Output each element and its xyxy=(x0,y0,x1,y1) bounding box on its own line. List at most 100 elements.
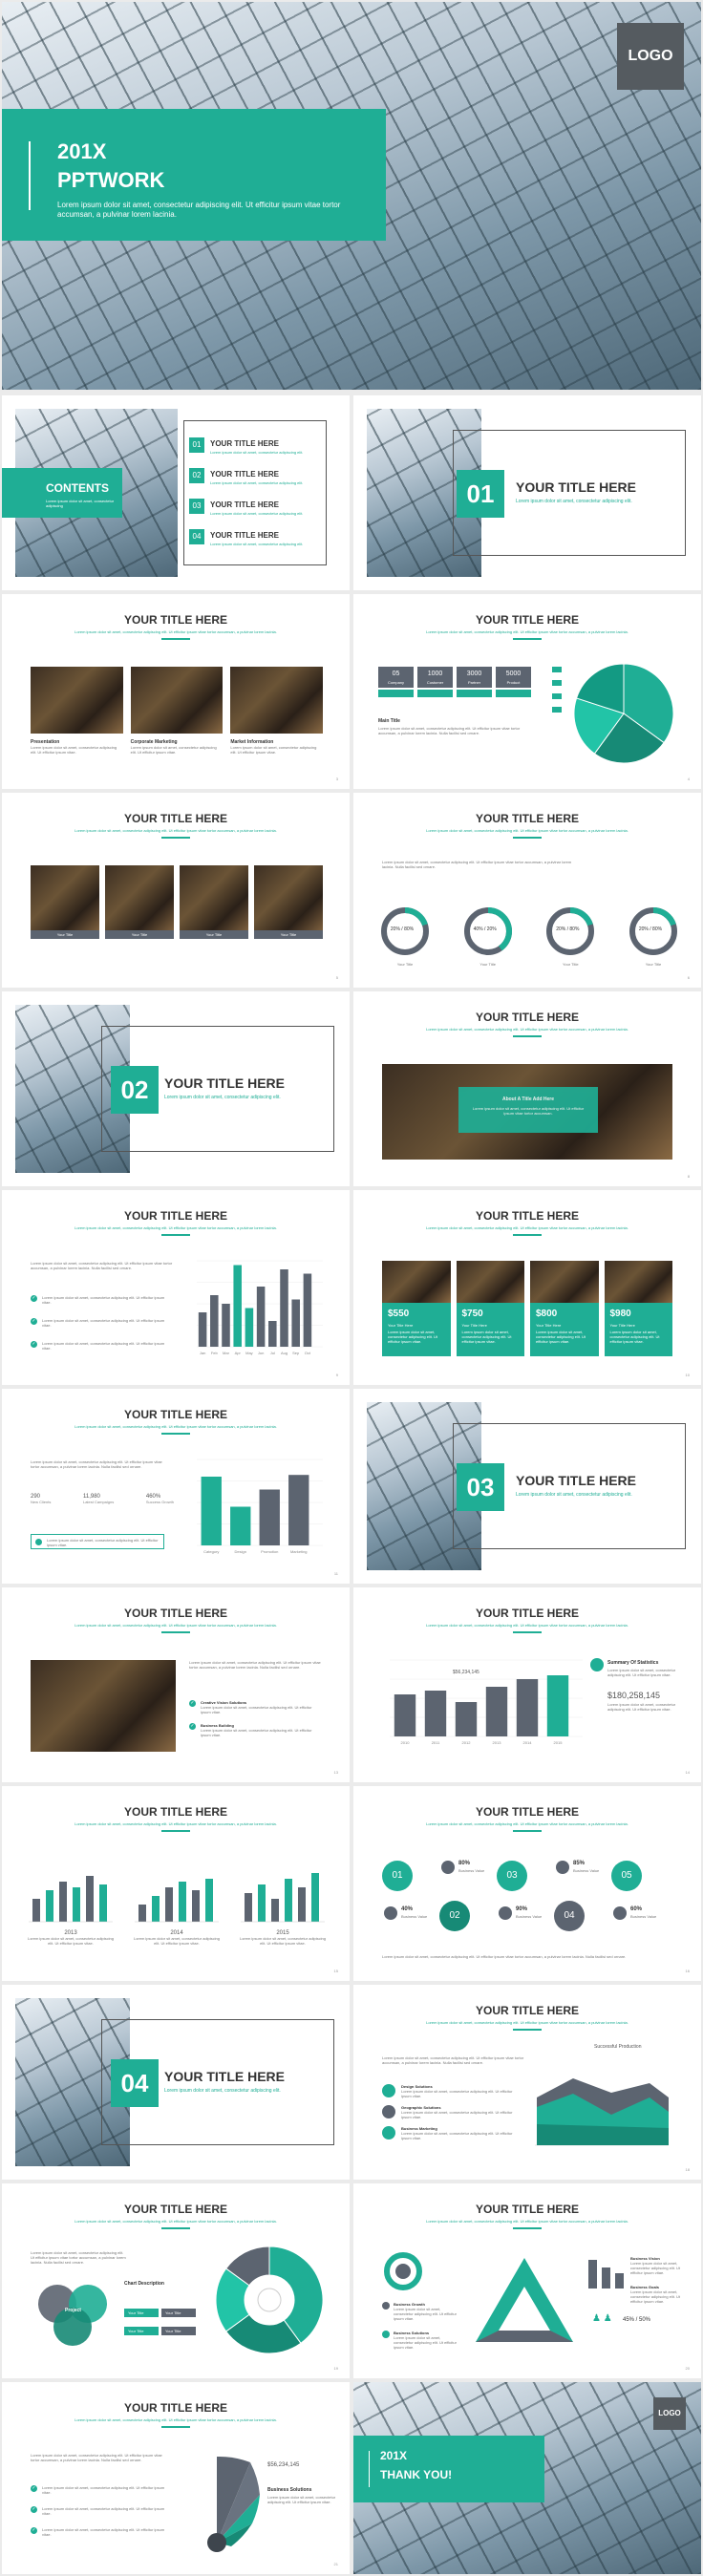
card-photo xyxy=(130,667,224,734)
slide-subtitle: Lorem ipsum dolor sit amet, consectetur … xyxy=(426,1623,628,1628)
tick-label: Sep xyxy=(292,1351,300,1355)
contents-item-desc: Lorem ipsum dolor sit amet, consectetur … xyxy=(210,542,304,546)
card-photo xyxy=(254,865,323,936)
venn-slide: YOUR TITLE HERE Lorem ipsum dolor sit am… xyxy=(2,2183,350,2378)
tick-label: Category xyxy=(203,1549,219,1554)
section-03-slide: 03 YOUR TITLE HERE Lorem ipsum dolor sit… xyxy=(353,1389,701,1584)
tick-label: Aug xyxy=(281,1351,288,1355)
price-card: $980 Your Title Here Lorem ipsum dolor sit… xyxy=(604,1261,672,1356)
contents-item[interactable]: 04 YOUR TITLE HERE Lorem ipsum dolor sit a… xyxy=(189,529,332,560)
page-number: 21 xyxy=(333,2562,338,2566)
price-label: Your Title Here xyxy=(388,1323,414,1328)
tick-label: 2013 xyxy=(493,1740,502,1745)
tick-label: 2014 xyxy=(523,1740,533,1745)
section-number: 03 xyxy=(457,1463,504,1511)
venn-tag: Your Title xyxy=(161,2309,196,2317)
price-cards: $550 Your Title Here Lorem ipsum dolor sit… xyxy=(382,1261,672,1356)
title-underline xyxy=(161,1234,190,1236)
stat-box: 05 Company xyxy=(378,667,414,709)
stats-heading: Main Title xyxy=(378,718,400,724)
venn-tag: Your Title xyxy=(124,2309,159,2317)
stat-item: 290 New Clients xyxy=(31,1494,51,1504)
bar xyxy=(256,1287,266,1347)
slide-subtitle: Lorem ipsum dolor sit amet, consectetur … xyxy=(426,2219,628,2224)
step-icon xyxy=(441,1861,455,1874)
price-label: Your Title Here xyxy=(609,1323,635,1328)
note-icon xyxy=(35,1539,42,1545)
step-pct: 85% xyxy=(573,1861,586,1866)
photo-card: Corporate Marketing Lorem ipsum dolor sit… xyxy=(130,667,224,762)
photo-card: Presentation Lorem ipsum dolor sit amet, … xyxy=(31,667,123,762)
end-logo: LOGO xyxy=(653,2397,686,2430)
step-circle: 04 xyxy=(554,1901,585,1931)
photo-text-slide: YOUR TITLE HERE Lorem ipsum dolor sit am… xyxy=(2,1587,350,1782)
step-circle: 05 xyxy=(611,1861,642,1891)
stat-accent xyxy=(378,690,414,697)
step-icon xyxy=(613,1906,627,1920)
mini-chart: 2014 Lorem ipsum dolor sit amet, consecte… xyxy=(131,1859,223,1964)
slide-title: YOUR TITLE HERE xyxy=(475,1805,579,1819)
big-number: $180,258,145 xyxy=(607,1691,661,1700)
bar xyxy=(288,1475,309,1545)
section-02-slide: 02 YOUR TITLE HERE Lorem ipsum dolor sit… xyxy=(2,991,350,1186)
step-icon xyxy=(499,1906,512,1920)
area-desc: Lorem ipsum dolor sit amet, consectetur … xyxy=(382,2055,524,2065)
card-photo xyxy=(180,865,248,936)
triple-bars-slide: YOUR TITLE HERE Lorem ipsum dolor sit am… xyxy=(2,1786,350,1981)
venn-tag: Your Title xyxy=(124,2327,159,2335)
bar xyxy=(230,1506,251,1545)
chart-desc: Lorem ipsum dolor sit amet, consectetur … xyxy=(31,1261,173,1270)
venn-heading: Chart Description xyxy=(124,2281,164,2287)
contents-item[interactable]: 01 YOUR TITLE HERE Lorem ipsum dolor sit a… xyxy=(189,437,332,468)
cover-year: 201X xyxy=(57,139,107,163)
page-number: 11 xyxy=(333,1571,338,1576)
title-underline xyxy=(513,1035,542,1037)
page-number: 5 xyxy=(335,975,338,980)
bar xyxy=(99,1884,107,1922)
tick-label: Feb xyxy=(211,1351,219,1355)
area-item-icon xyxy=(382,2105,395,2118)
slide-subtitle: Lorem ipsum dolor sit amet, consectetur … xyxy=(75,1821,277,1826)
stat-boxes: 05 Company 1000 Customer 3000 Partner 5000 Prod… xyxy=(378,667,531,709)
slide-title: YOUR TITLE HERE xyxy=(123,1408,227,1421)
stat-label: Latest Campaigns xyxy=(82,1500,115,1504)
bar xyxy=(259,1489,280,1545)
price-body: $980 Your Title Here Lorem ipsum dolor sit… xyxy=(604,1303,672,1356)
contents-item[interactable]: 03 YOUR TITLE HERE Lorem ipsum dolor sit a… xyxy=(189,499,332,529)
triangle-diagram xyxy=(476,2258,573,2342)
contents-item-title: YOUR TITLE HERE xyxy=(210,531,280,540)
contents-list: 01 YOUR TITLE HERE Lorem ipsum dolor sit a… xyxy=(189,437,332,560)
area-item: Geographic Solutions Lorem ipsum dolor si… xyxy=(382,2105,516,2126)
price-value: $750 xyxy=(461,1309,483,1319)
title-underline xyxy=(513,1234,542,1236)
contents-item-desc: Lorem ipsum dolor sit amet, consectetur … xyxy=(210,450,304,455)
slide-title: YOUR TITLE HERE xyxy=(123,613,227,627)
check-list: ✓ Lorem ipsum dolor sit amet, consectetur… xyxy=(31,1295,165,1351)
bar-chart: 2010 2011 2012 2013 2014 2015 $56,234,145 xyxy=(390,1659,583,1745)
section-number: 04 xyxy=(111,2059,159,2107)
step-label: Business Value xyxy=(630,1914,657,1919)
step-pct: 40% xyxy=(401,1906,414,1912)
price-card: $550 Your Title Here Lorem ipsum dolor sit… xyxy=(382,1261,451,1356)
donut-label: Your Title xyxy=(479,962,496,967)
bar xyxy=(303,1273,312,1347)
bar-chart: Category Design Promotion Marketing xyxy=(197,1458,323,1554)
price-body: $750 Your Title Here Lorem ipsum dolor sit… xyxy=(456,1303,524,1356)
title-underline xyxy=(513,638,542,640)
stat-accent xyxy=(496,690,531,697)
tick-label: Promotion xyxy=(261,1549,278,1554)
stat-label: Company xyxy=(387,680,405,685)
bar xyxy=(165,1887,173,1922)
pricing-slide: YOUR TITLE HERE Lorem ipsum dolor sit am… xyxy=(353,1190,701,1385)
price-label: Your Title Here xyxy=(536,1323,562,1328)
bar xyxy=(485,1687,508,1736)
step-pct: 80% xyxy=(458,1861,471,1866)
contents-item[interactable]: 02 YOUR TITLE HERE Lorem ipsum dolor sit a… xyxy=(189,468,332,499)
column-icons xyxy=(588,2260,624,2289)
donut-label: Your Title xyxy=(645,962,662,967)
tick-label: Apr xyxy=(235,1351,242,1355)
dot-icon xyxy=(382,2331,390,2338)
card-photo xyxy=(530,1261,599,1303)
stat-label: Success Growth xyxy=(145,1500,174,1504)
ring-icon xyxy=(384,2252,422,2290)
